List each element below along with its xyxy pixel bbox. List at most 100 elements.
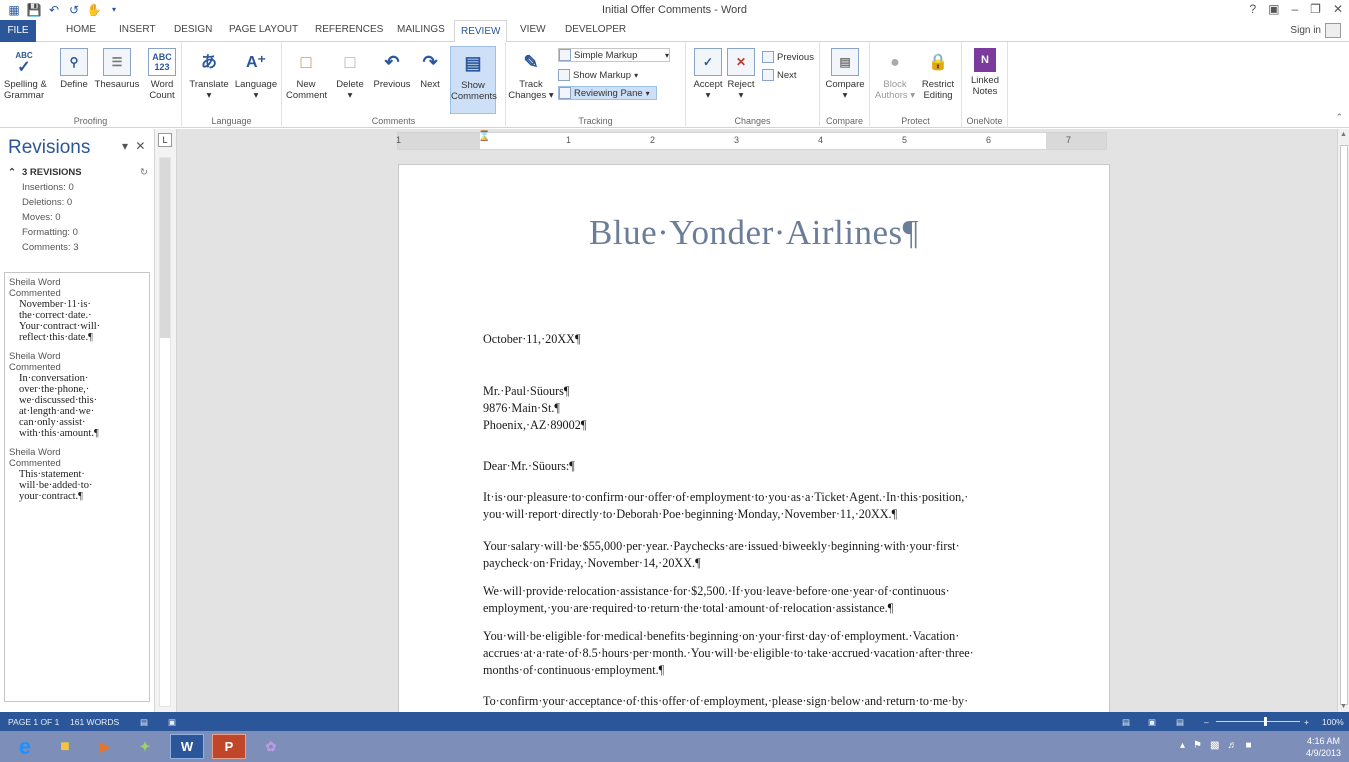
- flag-icon[interactable]: ⚑: [1193, 740, 1202, 751]
- macro-record-icon[interactable]: ▣: [168, 717, 176, 728]
- network-icon[interactable]: ▩: [1210, 740, 1219, 751]
- vertical-scrollbar[interactable]: ▲ ▼: [1337, 129, 1349, 712]
- indent-marker-icon[interactable]: ⌛: [478, 131, 490, 142]
- previous-change-button[interactable]: Previous: [762, 50, 814, 64]
- linked-notes-button[interactable]: N Linked Notes: [966, 48, 1004, 97]
- tab-mailings[interactable]: MAILINGS: [397, 24, 445, 35]
- spelling-grammar-button[interactable]: ABC ✓ Spelling & Grammar: [4, 48, 54, 102]
- word-taskbar-button[interactable]: W: [170, 734, 204, 759]
- scroll-up-icon[interactable]: ▲: [1340, 131, 1347, 138]
- next-change-button[interactable]: Next: [762, 68, 797, 82]
- network-app-icon[interactable]: ✦: [128, 734, 162, 759]
- tab-developer[interactable]: DEVELOPER: [565, 24, 626, 35]
- proofing-status-icon[interactable]: ▤: [140, 717, 148, 728]
- tab-home[interactable]: HOME: [66, 24, 96, 35]
- paragraph-line: To·confirm·your·acceptance·of·this·offer…: [483, 694, 969, 708]
- revisions-pane: Revisions ▾ ✕ ⌃ 3 REVISIONS ↻ Insertions…: [0, 129, 155, 712]
- scroll-down-icon[interactable]: ▼: [1340, 703, 1347, 710]
- word-count-button[interactable]: ABC 123 Word Count: [144, 48, 180, 101]
- restore-icon[interactable]: ❐: [1310, 2, 1321, 16]
- clock[interactable]: 4:16 AM 4/9/2013: [1306, 735, 1341, 759]
- pane-close-icon[interactable]: ✕: [135, 139, 145, 153]
- word-count[interactable]: 161 WORDS: [70, 717, 119, 727]
- next-comment-button[interactable]: ↷ Next: [416, 48, 444, 91]
- file-explorer-icon[interactable]: ■: [48, 734, 82, 759]
- translate-button[interactable]: あ Translate ▾: [186, 48, 232, 101]
- scrollbar-thumb[interactable]: [1340, 145, 1348, 705]
- volume-icon[interactable]: ♬: [1227, 740, 1237, 751]
- sign-in[interactable]: Sign in: [1290, 23, 1341, 38]
- minimize-icon[interactable]: –: [1291, 2, 1298, 16]
- block-authors-button[interactable]: ● Block Authors ▾: [874, 48, 916, 101]
- revisions-summary-header[interactable]: ⌃ 3 REVISIONS ↻: [8, 167, 148, 178]
- stat-insertions: Insertions: 0: [22, 182, 74, 193]
- language-tray-icon[interactable]: ■: [1245, 740, 1251, 751]
- powerpoint-taskbar-button[interactable]: P: [212, 734, 246, 759]
- paragraph-line: months·of·continuous·employment.¶: [483, 663, 665, 677]
- zoom-level[interactable]: 100%: [1322, 717, 1344, 727]
- language-icon: A⁺: [246, 53, 266, 71]
- restrict-editing-button[interactable]: 🔒 Restrict Editing: [916, 48, 960, 101]
- delete-comment-button[interactable]: □ Delete ▾: [330, 48, 370, 102]
- new-comment-button[interactable]: □ New Comment: [286, 48, 327, 102]
- refresh-icon[interactable]: ↻: [140, 167, 148, 178]
- zoom-in-icon[interactable]: +: [1304, 717, 1309, 727]
- show-comments-button[interactable]: ▤ Show Comments: [450, 46, 497, 114]
- show-hidden-icons-icon[interactable]: ▴: [1180, 740, 1185, 751]
- tab-file[interactable]: FILE: [0, 20, 36, 42]
- window-controls: ? ▣ – ❐ ✕: [1249, 2, 1343, 16]
- block-authors-icon: ●: [890, 53, 900, 71]
- show-markup-button[interactable]: Show Markup ▾: [558, 68, 638, 82]
- revision-item[interactable]: Sheila Word Commented November·11·is· the…: [9, 277, 145, 343]
- reject-icon: ✕: [727, 48, 755, 76]
- stat-deletions: Deletions: 0: [22, 197, 73, 208]
- help-icon[interactable]: ?: [1249, 2, 1256, 16]
- ruler-number: 6: [986, 135, 992, 145]
- print-layout-icon[interactable]: ▣: [1148, 717, 1156, 728]
- ribbon-display-options-icon[interactable]: ▣: [1268, 2, 1279, 16]
- reviewing-pane-button[interactable]: Reviewing Pane ▾: [558, 86, 657, 100]
- language-button[interactable]: A⁺ Language ▾: [232, 48, 280, 101]
- letter-date: October·11,·20XX¶: [483, 332, 581, 346]
- thesaurus-button[interactable]: ☰ Thesaurus: [92, 48, 142, 90]
- tab-references[interactable]: REFERENCES: [315, 24, 383, 35]
- zoom-slider-knob[interactable]: [1264, 717, 1267, 726]
- zoom-slider[interactable]: [1216, 721, 1300, 722]
- tab-page-layout[interactable]: PAGE LAYOUT: [229, 24, 298, 35]
- previous-comment-button[interactable]: ↶ Previous: [370, 48, 414, 91]
- tab-view[interactable]: VIEW: [520, 24, 546, 35]
- ie-icon[interactable]: e: [8, 734, 42, 759]
- accept-button[interactable]: ✓ Accept ▾: [690, 48, 726, 101]
- document-heading: Blue·Yonder·Airlines¶: [589, 213, 919, 252]
- track-changes-icon: ✎: [523, 51, 539, 72]
- revisions-list[interactable]: Sheila Word Commented November·11·is· the…: [4, 272, 150, 702]
- vertical-ruler-strip[interactable]: [159, 157, 171, 707]
- read-mode-icon[interactable]: ▤: [1122, 717, 1130, 728]
- media-player-icon[interactable]: ▶: [88, 734, 122, 759]
- reject-button[interactable]: ✕ Reject ▾: [726, 48, 756, 101]
- page-count[interactable]: PAGE 1 OF 1: [8, 717, 59, 727]
- tab-insert[interactable]: INSERT: [119, 24, 156, 35]
- close-icon[interactable]: ✕: [1333, 2, 1343, 16]
- collapse-ribbon-icon[interactable]: ⌃: [1335, 112, 1343, 123]
- revision-item[interactable]: Sheila Word Commented This·statement· wil…: [9, 447, 145, 502]
- paint-icon[interactable]: ✿: [254, 734, 288, 759]
- pane-options-icon[interactable]: ▾: [122, 139, 128, 153]
- define-button[interactable]: ⚲ Define: [57, 48, 91, 90]
- pane-controls: ▾ ✕: [122, 139, 145, 153]
- track-changes-button[interactable]: ✎ Track Changes ▾: [508, 48, 554, 102]
- group-label-language: Language: [211, 116, 252, 126]
- markup-select[interactable]: Simple Markup ▾: [558, 48, 670, 62]
- revision-item[interactable]: Sheila Word Commented In·conversation· ov…: [9, 351, 145, 439]
- vertical-ruler: L: [155, 129, 177, 712]
- system-tray: ▴ ⚑ ▩ ♬ ■: [1180, 740, 1252, 751]
- tab-selector[interactable]: L: [158, 133, 172, 147]
- compare-button[interactable]: ▤ Compare ▾: [824, 48, 866, 101]
- tab-design[interactable]: DESIGN: [174, 24, 212, 35]
- tab-review[interactable]: REVIEW: [454, 20, 508, 43]
- zoom-out-icon[interactable]: –: [1204, 717, 1209, 727]
- web-layout-icon[interactable]: ▤: [1176, 717, 1184, 728]
- document-page[interactable]: Blue·Yonder·Airlines¶ October·11,·20XX¶ …: [398, 164, 1110, 712]
- horizontal-ruler[interactable]: 1 1 2 3 4 5 6 7 ⌛: [396, 131, 1107, 150]
- ruler-number: 2: [650, 135, 656, 145]
